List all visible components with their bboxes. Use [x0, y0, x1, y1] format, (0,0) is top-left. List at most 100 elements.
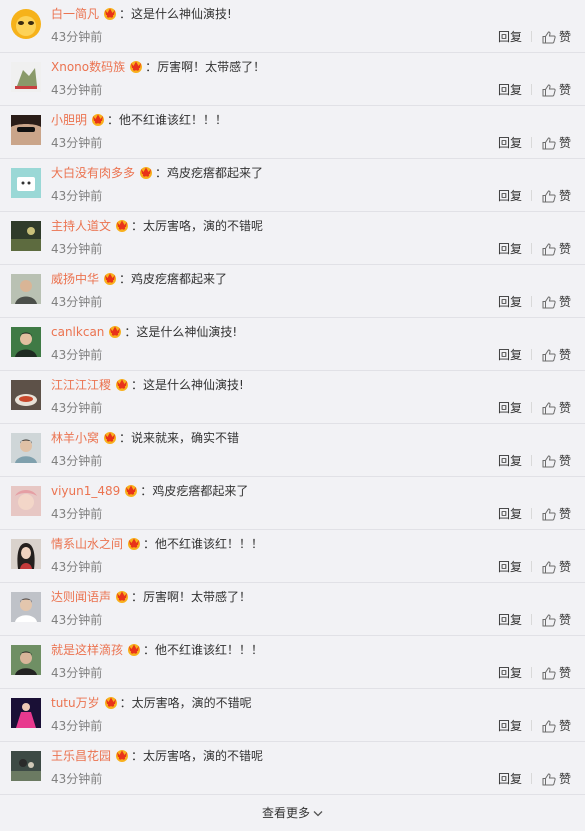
comment-time: 43分钟前	[51, 242, 103, 256]
like-button[interactable]: 赞	[542, 507, 571, 521]
reply-button[interactable]: 回复	[498, 719, 522, 733]
comment-line: 林羊小窝 ：说来就来，确实不错	[51, 431, 240, 445]
like-button[interactable]: 赞	[542, 454, 571, 468]
username-link[interactable]: 小胆明	[51, 113, 87, 127]
avatar[interactable]	[11, 62, 41, 92]
like-button[interactable]: 赞	[542, 30, 571, 44]
like-button[interactable]: 赞	[542, 401, 571, 415]
divider	[530, 455, 532, 466]
avatar[interactable]	[11, 221, 41, 251]
comment-line: 就是这样滴孩 ：他不红谁该红！！！	[51, 643, 264, 657]
username-link[interactable]: 威扬中华	[51, 272, 99, 286]
reply-button[interactable]: 回复	[498, 401, 522, 415]
comment-actions: 回复 赞	[498, 665, 571, 681]
reply-button[interactable]: 回复	[498, 242, 522, 256]
avatar[interactable]	[11, 486, 41, 516]
reply-button[interactable]: 回复	[498, 83, 522, 97]
thumbs-up-icon	[542, 349, 556, 362]
comment-actions: 回复 赞	[498, 559, 571, 575]
like-button[interactable]: 赞	[542, 348, 571, 362]
username-link[interactable]: Xnono数码族	[51, 60, 125, 74]
like-button[interactable]: 赞	[542, 772, 571, 786]
avatar[interactable]	[11, 327, 41, 357]
vip-crown-icon	[107, 324, 123, 338]
like-button[interactable]: 赞	[542, 136, 571, 150]
reply-button[interactable]: 回复	[498, 454, 522, 468]
avatar[interactable]	[11, 380, 41, 410]
avatar[interactable]	[11, 751, 41, 781]
vip-crown-icon	[114, 589, 130, 603]
reply-button[interactable]: 回复	[498, 613, 522, 627]
comment-item: 威扬中华 ：鸡皮疙瘩都起来了 43分钟前 回复 赞	[0, 265, 585, 318]
reply-button[interactable]: 回复	[498, 189, 522, 203]
comment-time: 43分钟前	[51, 348, 103, 362]
username-link[interactable]: tutu万岁	[51, 696, 100, 710]
username-link[interactable]: 主持人道文	[51, 219, 111, 233]
comment-line: Xnono数码族 ：厉害啊！太带感了！	[51, 60, 266, 74]
vip-crown-icon	[114, 377, 130, 391]
avatar[interactable]	[11, 433, 41, 463]
view-more-button[interactable]: 查看更多	[0, 795, 585, 825]
like-button[interactable]: 赞	[542, 189, 571, 203]
comment-actions: 回复 赞	[498, 347, 571, 363]
comment-time: 43分钟前	[51, 560, 103, 574]
like-button[interactable]: 赞	[542, 560, 571, 574]
username-link[interactable]: 情系山水之间	[51, 537, 123, 551]
comment-text: 厉害啊！太带感了！	[143, 590, 252, 604]
reply-button[interactable]: 回复	[498, 507, 522, 521]
comment-time: 43分钟前	[51, 772, 103, 786]
avatar[interactable]	[11, 168, 41, 198]
reply-button[interactable]: 回复	[498, 136, 522, 150]
comment-item: 大白没有肉多多 ：鸡皮疙瘩都起来了 43分钟前 回复 赞	[0, 159, 585, 212]
reply-button[interactable]: 回复	[498, 348, 522, 362]
reply-button[interactable]: 回复	[498, 666, 522, 680]
avatar[interactable]	[11, 274, 41, 304]
view-more-label: 查看更多	[261, 806, 310, 820]
divider	[530, 720, 532, 731]
like-button[interactable]: 赞	[542, 613, 571, 627]
username-link[interactable]: 白一简凡	[51, 7, 99, 21]
reply-button[interactable]: 回复	[498, 560, 522, 574]
divider	[530, 614, 532, 625]
username-link[interactable]: 达则闻语声	[51, 590, 111, 604]
avatar[interactable]	[11, 9, 41, 39]
vip-crown-icon	[123, 483, 139, 497]
comment-line: 大白没有肉多多 ：鸡皮疙瘩都起来了	[51, 166, 264, 180]
thumbs-up-icon	[542, 667, 556, 680]
username-link[interactable]: 江江江江稷	[51, 378, 111, 392]
avatar[interactable]	[11, 115, 41, 145]
avatar[interactable]	[11, 698, 41, 728]
reply-button[interactable]: 回复	[498, 772, 522, 786]
reply-button[interactable]: 回复	[498, 30, 522, 44]
like-button[interactable]: 赞	[542, 83, 571, 97]
comment-text: 太厉害咯，演的不错呢	[143, 749, 264, 763]
comment-time: 43分钟前	[51, 30, 103, 44]
like-button[interactable]: 赞	[542, 666, 571, 680]
comment-time: 43分钟前	[51, 136, 103, 150]
thumbs-up-icon	[542, 243, 556, 256]
username-link[interactable]: 林羊小窝	[51, 431, 99, 445]
username-link[interactable]: viyun1_489	[51, 484, 120, 498]
like-button[interactable]: 赞	[542, 719, 571, 733]
like-button[interactable]: 赞	[542, 295, 571, 309]
reply-button[interactable]: 回复	[498, 295, 522, 309]
comment-line: 小胆明 ：他不红谁该红！！！	[51, 113, 228, 127]
username-link[interactable]: canlkcan	[51, 325, 104, 339]
like-button[interactable]: 赞	[542, 242, 571, 256]
avatar[interactable]	[11, 645, 41, 675]
username-link[interactable]: 王乐昌花园	[51, 749, 111, 763]
avatar[interactable]	[11, 539, 41, 569]
comment-item: tutu万岁 ：太厉害咯，演的不错呢 43分钟前 回复 赞	[0, 689, 585, 742]
comment-line: 达则闻语声 ：厉害啊！太带感了！	[51, 589, 252, 604]
divider	[530, 31, 532, 42]
thumbs-up-icon	[542, 561, 556, 574]
comment-text: 鸡皮疙瘩都起来了	[131, 272, 228, 286]
username-link[interactable]: 就是这样滴孩	[51, 643, 123, 657]
like-label: 赞	[558, 454, 571, 468]
comment-text: 太厉害咯，演的不错呢	[131, 696, 252, 710]
avatar[interactable]	[11, 592, 41, 622]
username-link[interactable]: 大白没有肉多多	[51, 166, 135, 180]
comment-time: 43分钟前	[51, 295, 103, 309]
thumbs-up-icon	[542, 614, 556, 627]
comment-line: viyun1_489 ：鸡皮疙瘩都起来了	[51, 483, 249, 498]
